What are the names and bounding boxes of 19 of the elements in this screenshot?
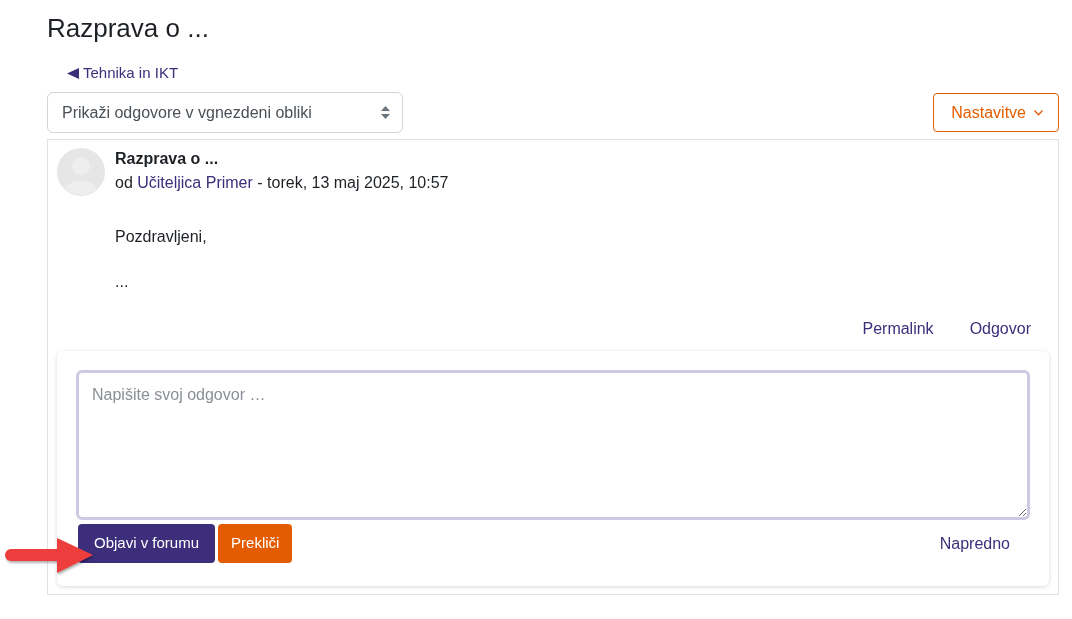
post-action-link[interactable]: Permalink [862, 318, 934, 340]
page-title: Razprava o ... [47, 12, 209, 45]
up-down-caret-icon [381, 106, 390, 119]
post-subject: Razprava o ... [115, 149, 219, 169]
post-byline: od Učiteljica Primer - torek, 13 maj 2025, 10:57 [115, 173, 449, 193]
message-text: ... [115, 272, 129, 292]
back-link[interactable]: Tehnika in IKT [67, 63, 179, 83]
message-text: Pozdravljeni, [115, 227, 207, 247]
display-mode-select[interactable]: Prikaži odgovore v vgnezdeni obliki [47, 92, 403, 133]
reply-textarea[interactable]: Napišite svoj odgovor … [76, 370, 1030, 520]
form-button[interactable]: Objavi v forumu [78, 524, 216, 563]
avatar-icon [57, 148, 105, 196]
author-link[interactable]: Učiteljica Primer [137, 174, 253, 191]
settings-button[interactable]: Nastavitve [933, 93, 1059, 132]
advanced-link[interactable]: Napredno [939, 532, 1010, 555]
triangle-left-icon [67, 67, 79, 79]
chevron-down-icon [1034, 109, 1043, 116]
form-button[interactable]: Prekliči [218, 524, 293, 563]
post-action-link[interactable]: Odgovor [969, 318, 1031, 340]
